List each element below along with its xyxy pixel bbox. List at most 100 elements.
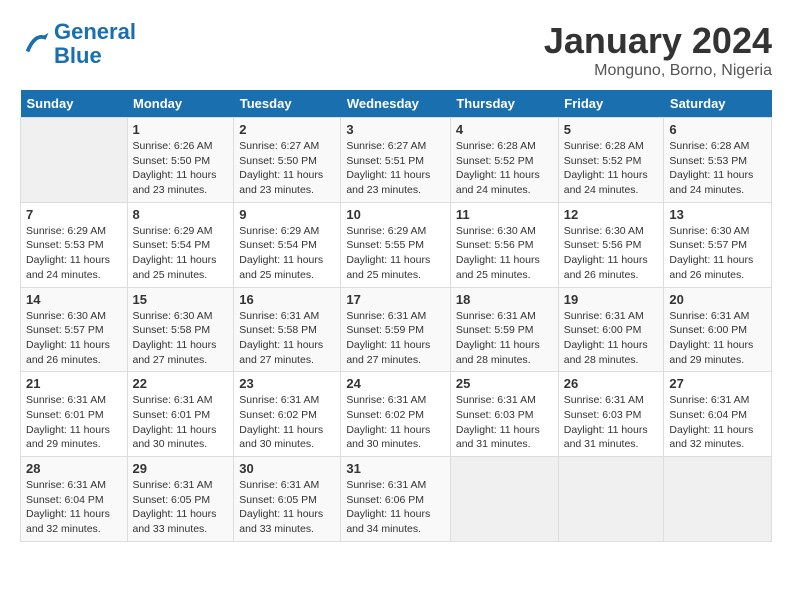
day-info: Sunrise: 6:31 AM Sunset: 6:00 PM Dayligh… [564, 309, 659, 368]
day-number: 22 [133, 376, 229, 391]
day-number: 28 [26, 461, 122, 476]
logo-icon [20, 29, 50, 59]
day-number: 3 [346, 122, 445, 137]
day-info: Sunrise: 6:31 AM Sunset: 6:05 PM Dayligh… [133, 478, 229, 537]
day-info: Sunrise: 6:31 AM Sunset: 6:03 PM Dayligh… [456, 393, 553, 452]
day-info: Sunrise: 6:30 AM Sunset: 5:58 PM Dayligh… [133, 309, 229, 368]
calendar-cell: 31Sunrise: 6:31 AM Sunset: 6:06 PM Dayli… [341, 457, 451, 542]
logo-text: General Blue [54, 20, 136, 68]
calendar-cell: 7Sunrise: 6:29 AM Sunset: 5:53 PM Daylig… [21, 202, 128, 287]
calendar-cell [558, 457, 664, 542]
calendar-header-row: SundayMondayTuesdayWednesdayThursdayFrid… [21, 90, 772, 118]
day-info: Sunrise: 6:31 AM Sunset: 6:01 PM Dayligh… [26, 393, 122, 452]
day-info: Sunrise: 6:31 AM Sunset: 6:00 PM Dayligh… [669, 309, 766, 368]
calendar-body: 1Sunrise: 6:26 AM Sunset: 5:50 PM Daylig… [21, 118, 772, 542]
calendar-day-header: Sunday [21, 90, 128, 118]
day-info: Sunrise: 6:31 AM Sunset: 6:04 PM Dayligh… [669, 393, 766, 452]
day-number: 25 [456, 376, 553, 391]
day-number: 18 [456, 292, 553, 307]
day-info: Sunrise: 6:31 AM Sunset: 6:03 PM Dayligh… [564, 393, 659, 452]
day-info: Sunrise: 6:31 AM Sunset: 5:58 PM Dayligh… [239, 309, 335, 368]
day-info: Sunrise: 6:30 AM Sunset: 5:57 PM Dayligh… [26, 309, 122, 368]
calendar-cell: 23 Sunrise: 6:31 AM Sunset: 6:02 PM Dayli… [234, 372, 341, 457]
calendar-cell: 21 Sunrise: 6:31 AM Sunset: 6:01 PM Dayli… [21, 372, 128, 457]
calendar-week-row: 7Sunrise: 6:29 AM Sunset: 5:53 PM Daylig… [21, 202, 772, 287]
calendar-cell: 14 Sunrise: 6:30 AM Sunset: 5:57 PM Dayli… [21, 287, 128, 372]
calendar-cell: 28Sunrise: 6:31 AM Sunset: 6:04 PM Dayli… [21, 457, 128, 542]
subtitle: Monguno, Borno, Nigeria [544, 62, 772, 80]
calendar-day-header: Friday [558, 90, 664, 118]
calendar-week-row: 21 Sunrise: 6:31 AM Sunset: 6:01 PM Dayli… [21, 372, 772, 457]
day-number: 27 [669, 376, 766, 391]
calendar-cell: 1Sunrise: 6:26 AM Sunset: 5:50 PM Daylig… [127, 118, 234, 203]
day-info: Sunrise: 6:27 AM Sunset: 5:50 PM Dayligh… [239, 139, 335, 198]
day-number: 20 [669, 292, 766, 307]
day-number: 9 [239, 207, 335, 222]
calendar-cell: 15 Sunrise: 6:30 AM Sunset: 5:58 PM Dayli… [127, 287, 234, 372]
calendar-cell: 4Sunrise: 6:28 AM Sunset: 5:52 PM Daylig… [450, 118, 558, 203]
day-info: Sunrise: 6:28 AM Sunset: 5:52 PM Dayligh… [564, 139, 659, 198]
calendar-cell: 10 Sunrise: 6:29 AM Sunset: 5:55 PM Dayli… [341, 202, 451, 287]
calendar-day-header: Saturday [664, 90, 772, 118]
day-info: Sunrise: 6:31 AM Sunset: 6:01 PM Dayligh… [133, 393, 229, 452]
day-number: 6 [669, 122, 766, 137]
day-number: 19 [564, 292, 659, 307]
day-number: 13 [669, 207, 766, 222]
day-number: 10 [346, 207, 445, 222]
day-number: 21 [26, 376, 122, 391]
calendar-cell: 8Sunrise: 6:29 AM Sunset: 5:54 PM Daylig… [127, 202, 234, 287]
day-number: 11 [456, 207, 553, 222]
calendar-cell [21, 118, 128, 203]
day-number: 26 [564, 376, 659, 391]
calendar-cell: 13 Sunrise: 6:30 AM Sunset: 5:57 PM Dayli… [664, 202, 772, 287]
logo-line1: General [54, 19, 136, 44]
day-info: Sunrise: 6:31 AM Sunset: 6:05 PM Dayligh… [239, 478, 335, 537]
main-title: January 2024 [544, 20, 772, 62]
day-number: 17 [346, 292, 445, 307]
calendar-cell: 11 Sunrise: 6:30 AM Sunset: 5:56 PM Dayli… [450, 202, 558, 287]
day-info: Sunrise: 6:31 AM Sunset: 5:59 PM Dayligh… [456, 309, 553, 368]
calendar-cell: 30 Sunrise: 6:31 AM Sunset: 6:05 PM Dayli… [234, 457, 341, 542]
day-info: Sunrise: 6:31 AM Sunset: 6:02 PM Dayligh… [239, 393, 335, 452]
day-info: Sunrise: 6:30 AM Sunset: 5:57 PM Dayligh… [669, 224, 766, 283]
day-info: Sunrise: 6:30 AM Sunset: 5:56 PM Dayligh… [564, 224, 659, 283]
day-number: 14 [26, 292, 122, 307]
day-number: 15 [133, 292, 229, 307]
calendar-cell: 5 Sunrise: 6:28 AM Sunset: 5:52 PM Daylig… [558, 118, 664, 203]
day-number: 29 [133, 461, 229, 476]
day-number: 24 [346, 376, 445, 391]
calendar-cell: 19 Sunrise: 6:31 AM Sunset: 6:00 PM Dayli… [558, 287, 664, 372]
day-number: 5 [564, 122, 659, 137]
day-info: Sunrise: 6:31 AM Sunset: 6:06 PM Dayligh… [346, 478, 445, 537]
logo-line2: Blue [54, 43, 102, 68]
calendar-cell: 26 Sunrise: 6:31 AM Sunset: 6:03 PM Dayli… [558, 372, 664, 457]
day-info: Sunrise: 6:29 AM Sunset: 5:54 PM Dayligh… [239, 224, 335, 283]
day-number: 2 [239, 122, 335, 137]
day-info: Sunrise: 6:28 AM Sunset: 5:52 PM Dayligh… [456, 139, 553, 198]
day-number: 30 [239, 461, 335, 476]
calendar-cell: 29 Sunrise: 6:31 AM Sunset: 6:05 PM Dayli… [127, 457, 234, 542]
page-header: General Blue January 2024 Monguno, Borno… [20, 20, 772, 80]
calendar-cell: 20 Sunrise: 6:31 AM Sunset: 6:00 PM Dayli… [664, 287, 772, 372]
calendar-cell: 9 Sunrise: 6:29 AM Sunset: 5:54 PM Daylig… [234, 202, 341, 287]
day-info: Sunrise: 6:29 AM Sunset: 5:54 PM Dayligh… [133, 224, 229, 283]
calendar-cell: 6 Sunrise: 6:28 AM Sunset: 5:53 PM Daylig… [664, 118, 772, 203]
day-info: Sunrise: 6:28 AM Sunset: 5:53 PM Dayligh… [669, 139, 766, 198]
calendar-cell: 2 Sunrise: 6:27 AM Sunset: 5:50 PM Daylig… [234, 118, 341, 203]
calendar-day-header: Tuesday [234, 90, 341, 118]
calendar-cell: 18 Sunrise: 6:31 AM Sunset: 5:59 PM Dayli… [450, 287, 558, 372]
calendar-cell: 22 Sunrise: 6:31 AM Sunset: 6:01 PM Dayli… [127, 372, 234, 457]
day-info: Sunrise: 6:27 AM Sunset: 5:51 PM Dayligh… [346, 139, 445, 198]
calendar-cell: 12 Sunrise: 6:30 AM Sunset: 5:56 PM Dayli… [558, 202, 664, 287]
day-number: 12 [564, 207, 659, 222]
day-info: Sunrise: 6:29 AM Sunset: 5:55 PM Dayligh… [346, 224, 445, 283]
calendar-cell: 16Sunrise: 6:31 AM Sunset: 5:58 PM Dayli… [234, 287, 341, 372]
day-info: Sunrise: 6:31 AM Sunset: 6:02 PM Dayligh… [346, 393, 445, 452]
calendar-day-header: Thursday [450, 90, 558, 118]
day-number: 23 [239, 376, 335, 391]
day-info: Sunrise: 6:30 AM Sunset: 5:56 PM Dayligh… [456, 224, 553, 283]
calendar-cell: 17Sunrise: 6:31 AM Sunset: 5:59 PM Dayli… [341, 287, 451, 372]
logo: General Blue [20, 20, 136, 68]
day-info: Sunrise: 6:29 AM Sunset: 5:53 PM Dayligh… [26, 224, 122, 283]
title-block: January 2024 Monguno, Borno, Nigeria [544, 20, 772, 80]
